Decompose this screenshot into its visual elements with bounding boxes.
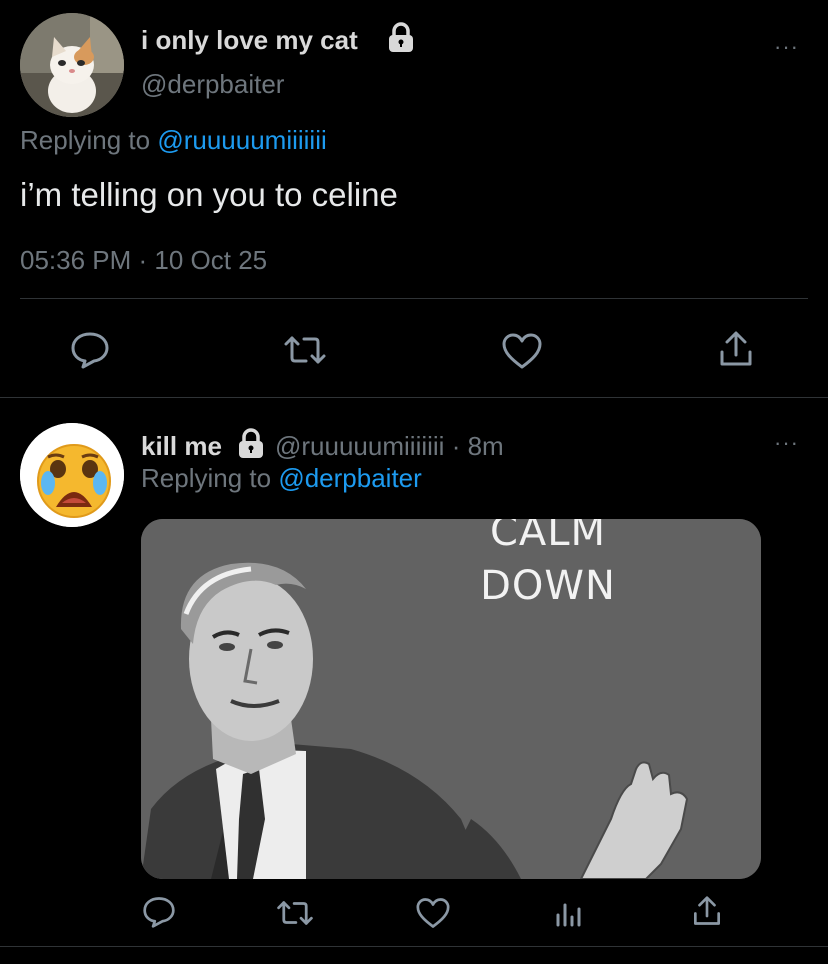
avatar[interactable] (20, 13, 124, 117)
display-name[interactable]: i only love my cat (141, 24, 358, 56)
handle[interactable]: @ruuuuumiiiiiii (275, 431, 444, 461)
display-name[interactable]: kill me (141, 430, 222, 462)
meme-caption: CALM DOWN (463, 519, 633, 613)
reply-icon[interactable] (70, 331, 110, 369)
cat-avatar-image (20, 13, 124, 117)
replying-prefix: Replying to (141, 463, 272, 493)
share-icon[interactable] (692, 895, 722, 927)
analytics-icon[interactable] (553, 897, 585, 929)
tweet-text: i’m telling on you to celine (20, 176, 398, 213)
replying-prefix: Replying to (20, 125, 151, 155)
reply-icon[interactable] (142, 896, 176, 928)
like-icon[interactable] (415, 897, 451, 929)
calm-down-meme-illustration (141, 519, 761, 879)
divider (0, 397, 828, 398)
avatar[interactable] (20, 423, 124, 527)
divider (20, 298, 808, 299)
share-icon[interactable] (718, 330, 754, 368)
timestamp[interactable]: 05:36 PM · 10 Oct 25 (20, 244, 267, 276)
meme-caption-line-2: DOWN (480, 563, 616, 609)
meme-image[interactable]: CALM DOWN (141, 519, 761, 879)
more-options-icon[interactable]: ··· (774, 36, 799, 58)
lock-icon (386, 22, 416, 54)
retweet-icon[interactable] (283, 334, 327, 366)
header-meta: @ruuuuumiiiiiii · 8m (275, 430, 504, 462)
more-options-icon[interactable]: ··· (774, 432, 799, 454)
relative-time[interactable]: 8m (468, 431, 504, 461)
retweet-icon[interactable] (276, 899, 314, 927)
replying-to: Replying to @ruuuuumiiiiiii (20, 124, 327, 156)
replying-to: Replying to @derpbaiter (141, 462, 422, 494)
replying-handle-link[interactable]: @ruuuuumiiiiiii (157, 125, 326, 155)
divider (0, 946, 828, 947)
meme-caption-line-1: CALM (489, 519, 607, 555)
crying-emoji-avatar-image (20, 423, 124, 527)
replying-handle-link[interactable]: @derpbaiter (278, 463, 421, 493)
separator-dot: · (451, 431, 461, 461)
lock-icon (236, 428, 266, 460)
like-icon[interactable] (501, 332, 543, 370)
handle[interactable]: @derpbaiter (141, 68, 284, 100)
